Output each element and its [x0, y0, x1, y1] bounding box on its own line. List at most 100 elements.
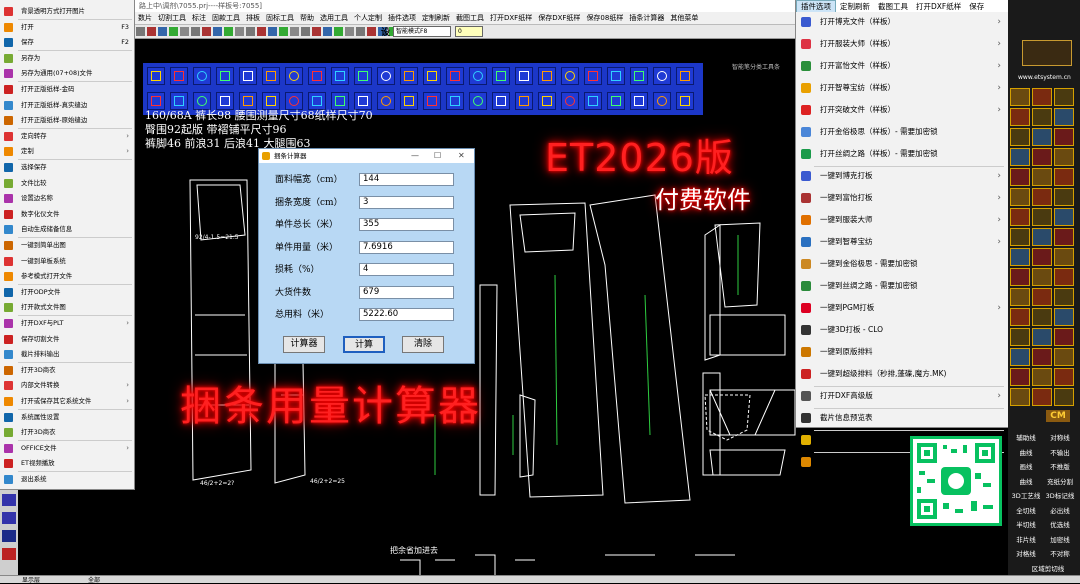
file-menu-item[interactable]: 设置边名称: [0, 191, 135, 205]
file-menu-item[interactable]: 内部文件转换 ›: [0, 378, 135, 392]
tool-icon[interactable]: [1054, 348, 1074, 366]
field-input[interactable]: 7.6916: [359, 240, 454, 254]
file-menu-item[interactable]: 打开3D商衣: [0, 425, 135, 439]
file-menu-item[interactable]: 打开或保存其它系统文件 ›: [0, 394, 135, 408]
plugin-menu-item[interactable]: 一键到金俗极思 - 需要加密锁: [796, 255, 1009, 273]
tool-icon[interactable]: [1054, 388, 1074, 406]
blue-tool-button[interactable]: [492, 92, 510, 110]
maximize-icon[interactable]: ☐: [434, 149, 441, 163]
toolbar-icon[interactable]: [367, 27, 376, 36]
menubar-item[interactable]: 选用工具: [317, 12, 351, 24]
line-type-label[interactable]: 对称线: [1042, 432, 1078, 442]
blue-tool-button[interactable]: [239, 67, 257, 85]
line-type-label[interactable]: 优选线: [1042, 519, 1078, 529]
menubar-item[interactable]: 固标工具: [263, 12, 297, 24]
toolbar-icon[interactable]: [202, 27, 211, 36]
menubar-item[interactable]: 切割工具: [155, 12, 189, 24]
blue-tool-button[interactable]: [492, 67, 510, 85]
blue-tool-button[interactable]: [538, 67, 556, 85]
file-menu-item[interactable]: 参考模式打开文件: [0, 269, 135, 283]
file-menu-item[interactable]: 文件比较: [0, 176, 135, 190]
plugin-menu-item[interactable]: 一键到超级排料（秒排,蓬碟,魔方.MK): [796, 365, 1009, 383]
main-menubar[interactable]: 数片 切割工具 标注 固款工具 排板 固标工具 帮助 选用工具 个人定制 插件选项 定制刷新 截图工具…: [135, 12, 795, 25]
menubar-item[interactable]: 数片: [135, 12, 155, 24]
tool-icon[interactable]: [2, 512, 16, 524]
file-menu-item[interactable]: 数字化仪文件: [0, 207, 135, 221]
plugin-menu-item[interactable]: 一键到智尊宝纺 ›: [796, 233, 1009, 251]
tool-icon[interactable]: [1010, 168, 1030, 186]
tool-icon[interactable]: [1032, 228, 1052, 246]
menubar-item[interactable]: 帮助: [297, 12, 317, 24]
blue-tool-button[interactable]: [446, 92, 464, 110]
toolbar-icon[interactable]: [301, 27, 310, 36]
line-type-label[interactable]: 对格线: [1008, 548, 1044, 558]
line-type-label[interactable]: 充纸分割: [1042, 476, 1078, 486]
file-menu-item[interactable]: 另存为: [0, 51, 135, 65]
line-type-label[interactable]: 3D工艺线: [1008, 490, 1044, 500]
tool-icon[interactable]: [1032, 128, 1052, 146]
blue-tool-button[interactable]: [630, 92, 648, 110]
blue-tool-button[interactable]: [515, 67, 533, 85]
tool-icon[interactable]: [1010, 368, 1030, 386]
tool-icon[interactable]: [1054, 288, 1074, 306]
blue-tool-button[interactable]: [147, 67, 165, 85]
tool-icon[interactable]: [1032, 348, 1052, 366]
toolbar-icon[interactable]: [312, 27, 321, 36]
line-type-label[interactable]: 画线: [1008, 461, 1044, 471]
plugin-menu-item[interactable]: 一键到服装大师 ›: [796, 211, 1009, 229]
line-type-label[interactable]: 曲线: [1008, 447, 1044, 457]
field-input[interactable]: 679: [359, 285, 454, 299]
tool-icon[interactable]: [1010, 288, 1030, 306]
tool-icon[interactable]: [1032, 328, 1052, 346]
tool-icon[interactable]: [1054, 248, 1074, 266]
file-menu-item[interactable]: 退出系统: [0, 472, 135, 486]
plugin-menu-item[interactable]: 打开DXF高级版 ›: [796, 387, 1009, 405]
tool-icon[interactable]: [1032, 288, 1052, 306]
toolbar-icon[interactable]: [136, 27, 145, 36]
tool-icon[interactable]: [1010, 248, 1030, 266]
tool-icon[interactable]: [1054, 228, 1074, 246]
toolbar-icon[interactable]: [191, 27, 200, 36]
tool-icon[interactable]: [1054, 328, 1074, 346]
blue-tool-button[interactable]: [170, 67, 188, 85]
file-menu-item[interactable]: 系统属性设置: [0, 410, 135, 424]
blue-tool-button[interactable]: [584, 67, 602, 85]
tool-icon[interactable]: [1054, 188, 1074, 206]
tool-icon[interactable]: [2, 530, 16, 542]
tool-icon[interactable]: [1032, 308, 1052, 326]
compute-button[interactable]: 计算: [343, 336, 385, 353]
menubar-item[interactable]: 排板: [243, 12, 263, 24]
toolbar-icon[interactable]: [235, 27, 244, 36]
menubar-item[interactable]: 插件选项: [385, 12, 419, 24]
file-menu-item[interactable]: 自动生成储备信息: [0, 222, 135, 236]
blue-tool-button[interactable]: [400, 92, 418, 110]
plugin-menu-item[interactable]: 打开智尊宝纺（样板） ›: [796, 79, 1009, 97]
tool-icon[interactable]: [1054, 168, 1074, 186]
file-menu-item[interactable]: 定向转存 ›: [0, 129, 135, 143]
tool-icon[interactable]: [1054, 268, 1074, 286]
file-menu-item[interactable]: 定制 ›: [0, 144, 135, 158]
file-menu-item[interactable]: 另存为通用(07+08)文件: [0, 66, 135, 80]
tool-icon[interactable]: [1010, 388, 1030, 406]
mode-select[interactable]: 智能模式F8: [393, 26, 451, 37]
plugin-menu-item[interactable]: 一键3D打板 - CLO: [796, 321, 1009, 339]
tool-icon[interactable]: [2, 548, 16, 560]
file-menu-item[interactable]: 保存切割文件: [0, 332, 135, 346]
file-menu-item[interactable]: 打开款式文件图: [0, 300, 135, 314]
menubar-item[interactable]: 个人定制: [351, 12, 385, 24]
file-menu-item[interactable]: 打开正版纸样-原始缝边: [0, 113, 135, 127]
tool-icon[interactable]: [1054, 108, 1074, 126]
blue-tool-button[interactable]: [469, 92, 487, 110]
plugin-menubar-item[interactable]: 定制刷新: [836, 1, 874, 12]
menubar-item[interactable]: 插条计算器: [626, 12, 667, 24]
file-menu-item[interactable]: 打开3D商衣: [0, 363, 135, 377]
tool-icon[interactable]: [1054, 88, 1074, 106]
menubar-item[interactable]: 保存08纸样: [583, 12, 626, 24]
toolbar-icon[interactable]: [290, 27, 299, 36]
toolbar-icon[interactable]: [279, 27, 288, 36]
line-type-label[interactable]: 必出线: [1042, 505, 1078, 515]
toolbar-icon[interactable]: [345, 27, 354, 36]
blue-tool-button[interactable]: [630, 67, 648, 85]
plugin-menubar-item[interactable]: 插件选项: [796, 0, 836, 12]
tool-icon[interactable]: [1032, 88, 1052, 106]
